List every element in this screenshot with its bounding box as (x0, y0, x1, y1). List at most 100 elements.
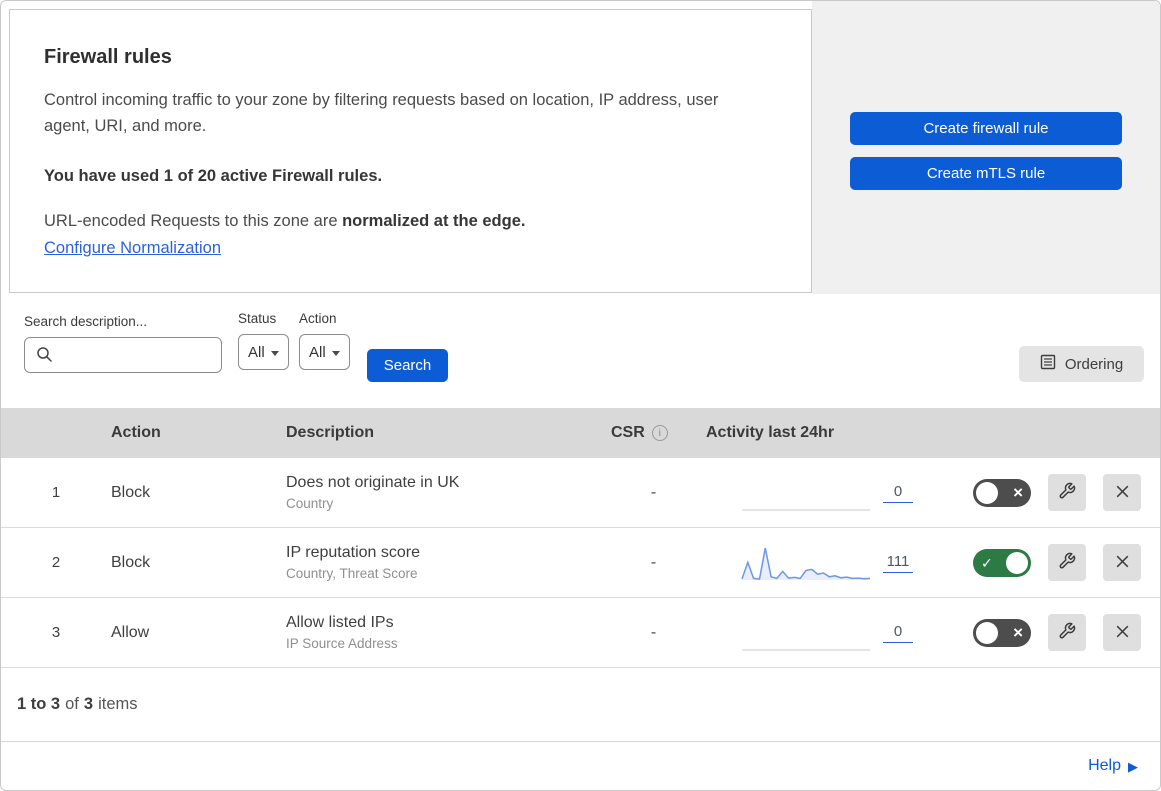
rule-fields: Country, Threat Score (286, 566, 418, 581)
x-icon: × (1013, 622, 1023, 642)
column-csr: CSR i (611, 424, 696, 442)
rule-activity-cell: 0 (696, 613, 916, 653)
activity-count-link[interactable]: 111 (883, 553, 913, 573)
edit-rule-button[interactable] (1048, 544, 1086, 581)
wrench-icon (1058, 552, 1076, 573)
ordering-list-icon (1040, 354, 1056, 374)
action-select-value: All (309, 343, 326, 361)
rule-activity-cell: 111 (696, 543, 916, 583)
rule-fields: Country (286, 496, 334, 511)
rule-description-cell: Does not originate in UK Country (286, 474, 611, 511)
table-header: Action Description CSR i Activity last 2… (1, 408, 1160, 458)
search-button[interactable]: Search (367, 349, 448, 382)
activity-count-link[interactable]: 0 (883, 623, 913, 643)
search-group: Search description... (24, 314, 222, 373)
rule-description: Does not originate in UK (286, 474, 460, 491)
delete-rule-button[interactable] (1103, 474, 1141, 511)
rule-enabled-toggle[interactable]: ✓ × (973, 618, 1031, 647)
rule-priority: 1 (51, 484, 61, 501)
activity-sparkline (741, 543, 871, 583)
normalization-note-text: URL-encoded Requests to this zone are (44, 211, 343, 230)
search-label: Search description... (24, 314, 148, 329)
configure-normalization-link[interactable]: Configure Normalization (44, 239, 221, 258)
chevron-down-icon (270, 350, 279, 356)
help-link[interactable]: Help ▶ (1088, 757, 1138, 775)
normalization-note-bold: normalized at the edge. (342, 211, 526, 230)
search-icon (36, 346, 52, 367)
normalization-note: URL-encoded Requests to this zone are no… (44, 212, 751, 231)
close-icon (1114, 553, 1131, 573)
rule-description-cell: IP reputation score Country, Threat Scor… (286, 544, 611, 581)
x-icon: × (1013, 482, 1023, 502)
create-mtls-rule-button[interactable]: Create mTLS rule (850, 157, 1122, 190)
close-icon (1114, 483, 1131, 503)
arrow-right-icon: ▶ (1128, 758, 1138, 774)
page-title: Firewall rules (44, 46, 172, 68)
chevron-down-icon (331, 350, 340, 356)
rule-controls: ✓ × (916, 474, 1160, 511)
firewall-rules-page: Firewall rules Control incoming traffic … (0, 0, 1161, 791)
create-firewall-rule-button[interactable]: Create firewall rule (850, 112, 1122, 145)
table-row: 2 Block IP reputation score Country, Thr… (1, 528, 1160, 598)
wrench-icon (1058, 622, 1076, 643)
rule-activity-cell: 0 (696, 473, 916, 513)
status-filter-group: Status All (238, 311, 289, 370)
items-of-label: of (65, 695, 79, 713)
rule-enabled-toggle[interactable]: ✓ × (973, 548, 1031, 577)
toggle-knob (976, 621, 998, 644)
column-activity: Activity last 24hr (706, 424, 835, 441)
action-label: Action (299, 311, 337, 326)
overview-section: Firewall rules Control incoming traffic … (1, 1, 1160, 294)
rule-csr: - (650, 483, 657, 501)
rule-controls: ✓ × (916, 544, 1160, 581)
status-select-value: All (248, 343, 265, 361)
page-description: Control incoming traffic to your zone by… (44, 91, 719, 136)
help-link-label: Help (1088, 757, 1121, 774)
info-icon[interactable]: i (651, 425, 668, 441)
rule-enabled-toggle[interactable]: ✓ × (973, 478, 1031, 507)
activity-sparkline (741, 613, 871, 653)
items-label: items (98, 695, 138, 713)
rule-action: Block (111, 483, 151, 501)
search-box (24, 337, 222, 373)
rule-description-cell: Allow listed IPs IP Source Address (286, 614, 611, 651)
action-select[interactable]: All (299, 334, 350, 370)
help-bar: Help ▶ (1, 742, 1160, 790)
edit-rule-button[interactable] (1048, 614, 1086, 651)
column-csr-label: CSR (611, 424, 645, 441)
actions-panel: Create firewall rule Create mTLS rule (812, 1, 1160, 294)
rule-fields: IP Source Address (286, 636, 398, 651)
table-row: 1 Block Does not originate in UK Country… (1, 458, 1160, 528)
column-action: Action (111, 424, 161, 441)
rule-priority: 3 (51, 624, 61, 641)
activity-count-link[interactable]: 0 (883, 483, 913, 503)
close-icon (1114, 623, 1131, 643)
filters-bar: Search description... Status All Action … (1, 294, 1160, 408)
rule-controls: ✓ × (916, 614, 1160, 651)
rule-csr: - (650, 553, 657, 571)
usage-summary: You have used 1 of 20 active Firewall ru… (44, 166, 383, 185)
wrench-icon (1058, 482, 1076, 503)
activity-sparkline (741, 473, 871, 513)
edit-rule-button[interactable] (1048, 474, 1086, 511)
status-label: Status (238, 311, 277, 326)
toggle-knob (976, 481, 998, 504)
status-select[interactable]: All (238, 334, 289, 370)
action-filter-group: Action All (299, 311, 350, 370)
column-description: Description (286, 424, 375, 441)
search-input[interactable] (24, 337, 222, 373)
delete-rule-button[interactable] (1103, 614, 1141, 651)
items-range: 1 to 3 (17, 695, 61, 713)
ordering-button-label: Ordering (1064, 355, 1124, 373)
rule-description: Allow listed IPs (286, 614, 394, 631)
rule-action: Allow (111, 623, 150, 641)
ordering-button[interactable]: Ordering (1019, 346, 1144, 382)
toggle-knob (1006, 551, 1028, 574)
delete-rule-button[interactable] (1103, 544, 1141, 581)
items-total: 3 (83, 695, 94, 713)
rule-csr: - (650, 623, 657, 641)
rule-description: IP reputation score (286, 544, 421, 561)
pagination-summary: 1 to 3 of 3 items (1, 668, 1160, 742)
table-row: 3 Allow Allow listed IPs IP Source Addre… (1, 598, 1160, 668)
rule-priority: 2 (51, 554, 61, 571)
